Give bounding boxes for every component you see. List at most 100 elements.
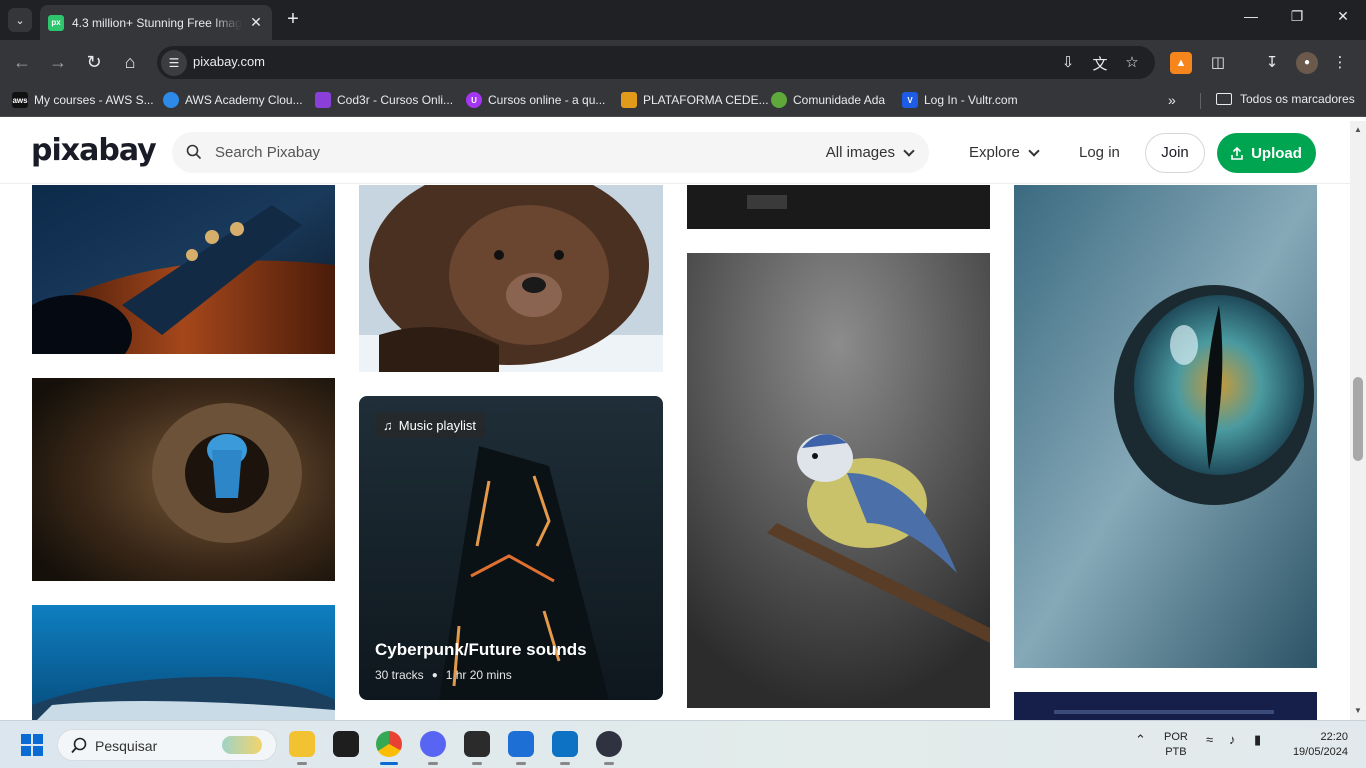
- snake-image: [32, 378, 335, 581]
- running-indicator: [560, 762, 570, 765]
- language-code: POR: [1164, 731, 1188, 743]
- image-blue-tit[interactable]: [687, 253, 990, 708]
- keyboard-layout: PTB: [1165, 746, 1187, 758]
- window-close-icon[interactable]: ✕: [1328, 8, 1358, 25]
- bookmark-star-icon[interactable]: ☆: [1122, 53, 1142, 71]
- chrome-icon[interactable]: [376, 731, 402, 757]
- bookmark-label: Comunidade Ada: [793, 93, 886, 107]
- restore-icon[interactable]: ❐: [1282, 8, 1312, 25]
- shark-image: [32, 605, 335, 720]
- electron-app-icon[interactable]: [596, 731, 622, 757]
- new-tab-icon[interactable]: +: [282, 8, 304, 32]
- tab-search-icon[interactable]: ⌄: [8, 8, 32, 32]
- language-indicator[interactable]: POR PTB: [1164, 730, 1188, 760]
- clock-date: 19/05/2024: [1292, 746, 1348, 758]
- all-bookmarks-button[interactable]: Todos os marcadores: [1216, 92, 1355, 106]
- track-count: 30 tracks: [375, 668, 424, 682]
- vscode-icon[interactable]: [552, 731, 578, 757]
- bookmark-item[interactable]: AWS Academy Clou...: [163, 92, 303, 108]
- battery-icon[interactable]: ▮: [1254, 732, 1261, 748]
- bookmark-label: Cod3r - Cursos Onli...: [337, 93, 454, 107]
- image-guitar[interactable]: [32, 185, 335, 354]
- page-scrollbar[interactable]: ▲ ▼: [1350, 121, 1366, 720]
- wifi-icon[interactable]: ≈: [1206, 732, 1213, 747]
- image-bear[interactable]: [359, 185, 663, 372]
- image-dark-top[interactable]: [687, 185, 990, 229]
- search-icon: [186, 144, 202, 160]
- music-playlist-badge: ♫ Music playlist: [375, 412, 487, 438]
- page-viewport: ♫ Music playlist Cyberpunk/Future sounds…: [0, 121, 1350, 720]
- bookmark-label: Cursos online - a qu...: [488, 93, 606, 107]
- search-placeholder: Search Pixabay: [215, 144, 321, 161]
- profile-avatar-icon[interactable]: ●: [1296, 52, 1318, 74]
- image-cat-eye[interactable]: [1014, 185, 1317, 668]
- search-icon: [71, 737, 87, 754]
- playlist-card[interactable]: ♫ Music playlist Cyberpunk/Future sounds…: [359, 396, 663, 700]
- media-type-dropdown[interactable]: All images: [825, 144, 915, 161]
- bear-image: [359, 185, 663, 372]
- site-header: pixabay Search Pixabay All images Explor…: [0, 121, 1350, 184]
- scroll-thumb[interactable]: [1353, 377, 1363, 461]
- site-info-icon[interactable]: ☰: [161, 50, 187, 76]
- pixabay-logo[interactable]: pixabay: [31, 133, 157, 168]
- bookmark-label: PLATAFORMA CEDE...: [643, 93, 769, 107]
- playlist-title: Cyberpunk/Future sounds: [375, 640, 587, 659]
- scroll-up-icon[interactable]: ▲: [1354, 125, 1362, 134]
- scroll-down-icon[interactable]: ▼: [1354, 706, 1362, 715]
- music-note-icon: ♫: [383, 417, 393, 433]
- taskbar-search[interactable]: Pesquisar: [57, 729, 277, 761]
- tab-pixabay[interactable]: px 4.3 million+ Stunning Free Images ✕: [40, 5, 272, 40]
- bookmarks-bar: aws My courses - AWS S... AWS Academy Cl…: [0, 84, 1366, 117]
- url-text: pixabay.com: [193, 54, 266, 69]
- bookmark-item[interactable]: aws My courses - AWS S...: [12, 92, 154, 108]
- cat-eye-image: [1014, 185, 1317, 668]
- system-clock[interactable]: 22:20 19/05/2024: [1286, 730, 1348, 760]
- bird-image: [687, 253, 990, 708]
- search-input[interactable]: Search Pixabay All images: [172, 132, 929, 173]
- install-app-icon[interactable]: ⇩: [1058, 53, 1078, 71]
- show-hidden-icons-icon[interactable]: ⌃: [1135, 732, 1146, 748]
- divider: [1200, 93, 1201, 109]
- windows-start-icon[interactable]: [21, 734, 43, 756]
- upload-button[interactable]: Upload: [1217, 133, 1316, 173]
- address-bar[interactable]: ☰ pixabay.com ⇩ 文 ☆: [157, 46, 1155, 79]
- ada-icon: [771, 92, 787, 108]
- menu-kebab-icon[interactable]: ⋮: [1329, 52, 1351, 74]
- bookmark-item[interactable]: Cod3r - Cursos Onli...: [315, 92, 453, 108]
- cod3r-icon: [315, 92, 331, 108]
- forward-icon[interactable]: →: [46, 50, 70, 74]
- home-icon[interactable]: ⌂: [118, 50, 142, 74]
- bookmark-item[interactable]: Comunidade Ada: [771, 92, 885, 108]
- extensions-icon[interactable]: ◫: [1207, 52, 1229, 74]
- chevron-down-icon: [1028, 144, 1040, 157]
- downloads-icon[interactable]: ↧: [1261, 52, 1283, 74]
- bookmark-item[interactable]: U Cursos online - a qu...: [466, 92, 605, 108]
- back-icon[interactable]: ←: [10, 50, 34, 74]
- sticky-notes-icon[interactable]: [333, 731, 359, 757]
- close-tab-icon[interactable]: ✕: [248, 14, 264, 31]
- minimize-icon[interactable]: —: [1236, 8, 1266, 24]
- image-shark[interactable]: [32, 605, 335, 720]
- cede-icon: [621, 92, 637, 108]
- login-link[interactable]: Log in: [1079, 144, 1120, 161]
- media-type-label: All images: [825, 144, 895, 161]
- file-explorer-icon[interactable]: [289, 731, 315, 757]
- image-snake-log[interactable]: [32, 378, 335, 581]
- taskbar-search-label: Pesquisar: [95, 738, 158, 754]
- discord-icon[interactable]: [420, 731, 446, 757]
- reload-icon[interactable]: ↻: [82, 50, 106, 74]
- separator-dot: ●: [431, 669, 438, 681]
- volume-icon[interactable]: ♪: [1229, 732, 1236, 747]
- translate-icon[interactable]: 文: [1090, 53, 1110, 74]
- explore-menu[interactable]: Explore: [969, 144, 1040, 161]
- image-dark-blue[interactable]: [1014, 692, 1317, 720]
- metamask-extension-icon[interactable]: ▲: [1170, 52, 1192, 74]
- join-button[interactable]: Join: [1145, 133, 1205, 173]
- inkscape-icon[interactable]: [464, 731, 490, 757]
- word-icon[interactable]: [508, 731, 534, 757]
- bookmark-item[interactable]: PLATAFORMA CEDE...: [621, 92, 769, 108]
- bookmark-item[interactable]: V Log In - Vultr.com: [902, 92, 1018, 108]
- tab-title: 4.3 million+ Stunning Free Images: [72, 15, 242, 30]
- udemy-icon: U: [466, 92, 482, 108]
- more-bookmarks-icon[interactable]: »: [1168, 92, 1176, 108]
